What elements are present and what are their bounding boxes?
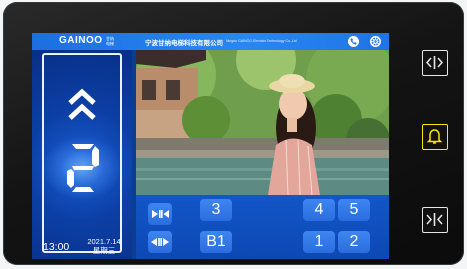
floor-key-3[interactable]: 3 bbox=[200, 199, 232, 221]
up-direction-arrow-icon bbox=[68, 88, 96, 120]
company-name-en: Ningbo GAINOO Elevator Technology Co.,Lt… bbox=[226, 38, 297, 43]
current-weekday: 星期三 bbox=[92, 246, 116, 255]
door-close-icon bbox=[426, 213, 443, 226]
open-doors-icon bbox=[151, 238, 169, 246]
elevator-panel-device: GAINOO 甘纳 电梯 宁波甘纳电梯科技有限公司 Ningbo GAINOO … bbox=[3, 2, 464, 265]
bell-icon bbox=[426, 129, 443, 144]
floor-key-2[interactable]: 2 bbox=[338, 231, 370, 253]
settings-icon[interactable] bbox=[370, 36, 381, 47]
gear-icon bbox=[371, 37, 380, 46]
media-video-area bbox=[136, 50, 389, 195]
floor-key-b1[interactable]: B1 bbox=[200, 231, 232, 253]
advertisement-photo bbox=[136, 50, 389, 195]
floor-number-text: 2 bbox=[83, 173, 84, 175]
floor-key-5[interactable]: 5 bbox=[338, 199, 370, 221]
floor-key-1[interactable]: 1 bbox=[303, 231, 335, 253]
current-date: 2021.7.14 bbox=[87, 237, 121, 246]
phone-icon[interactable] bbox=[348, 36, 359, 47]
brand-sub-logo: 甘纳 电梯 bbox=[106, 36, 114, 46]
display-screen: GAINOO 甘纳 电梯 宁波甘纳电梯科技有限公司 Ningbo GAINOO … bbox=[32, 33, 389, 259]
current-time: 13:00 bbox=[43, 241, 70, 253]
close-doors-key[interactable] bbox=[148, 203, 172, 225]
open-doors-key[interactable] bbox=[148, 231, 172, 253]
door-open-button[interactable] bbox=[422, 50, 448, 76]
close-doors-icon bbox=[152, 210, 169, 218]
floor-keypad: 3 4 5 B1 1 2 bbox=[136, 195, 389, 259]
company-name: 宁波甘纳电梯科技有限公司 bbox=[145, 40, 223, 47]
current-floor-display: 2 bbox=[67, 144, 99, 192]
header-bar: GAINOO 甘纳 电梯 宁波甘纳电梯科技有限公司 Ningbo GAINOO … bbox=[32, 33, 389, 50]
phone-icon bbox=[350, 38, 357, 45]
alarm-bell-button[interactable] bbox=[422, 124, 448, 150]
door-open-icon bbox=[425, 56, 444, 69]
door-close-button[interactable] bbox=[422, 207, 448, 233]
floor-status-panel: 2 13:00 2021.7.14 星期三 bbox=[32, 50, 132, 259]
floor-key-4[interactable]: 4 bbox=[303, 199, 335, 221]
brand-logo: GAINOO bbox=[59, 35, 103, 46]
